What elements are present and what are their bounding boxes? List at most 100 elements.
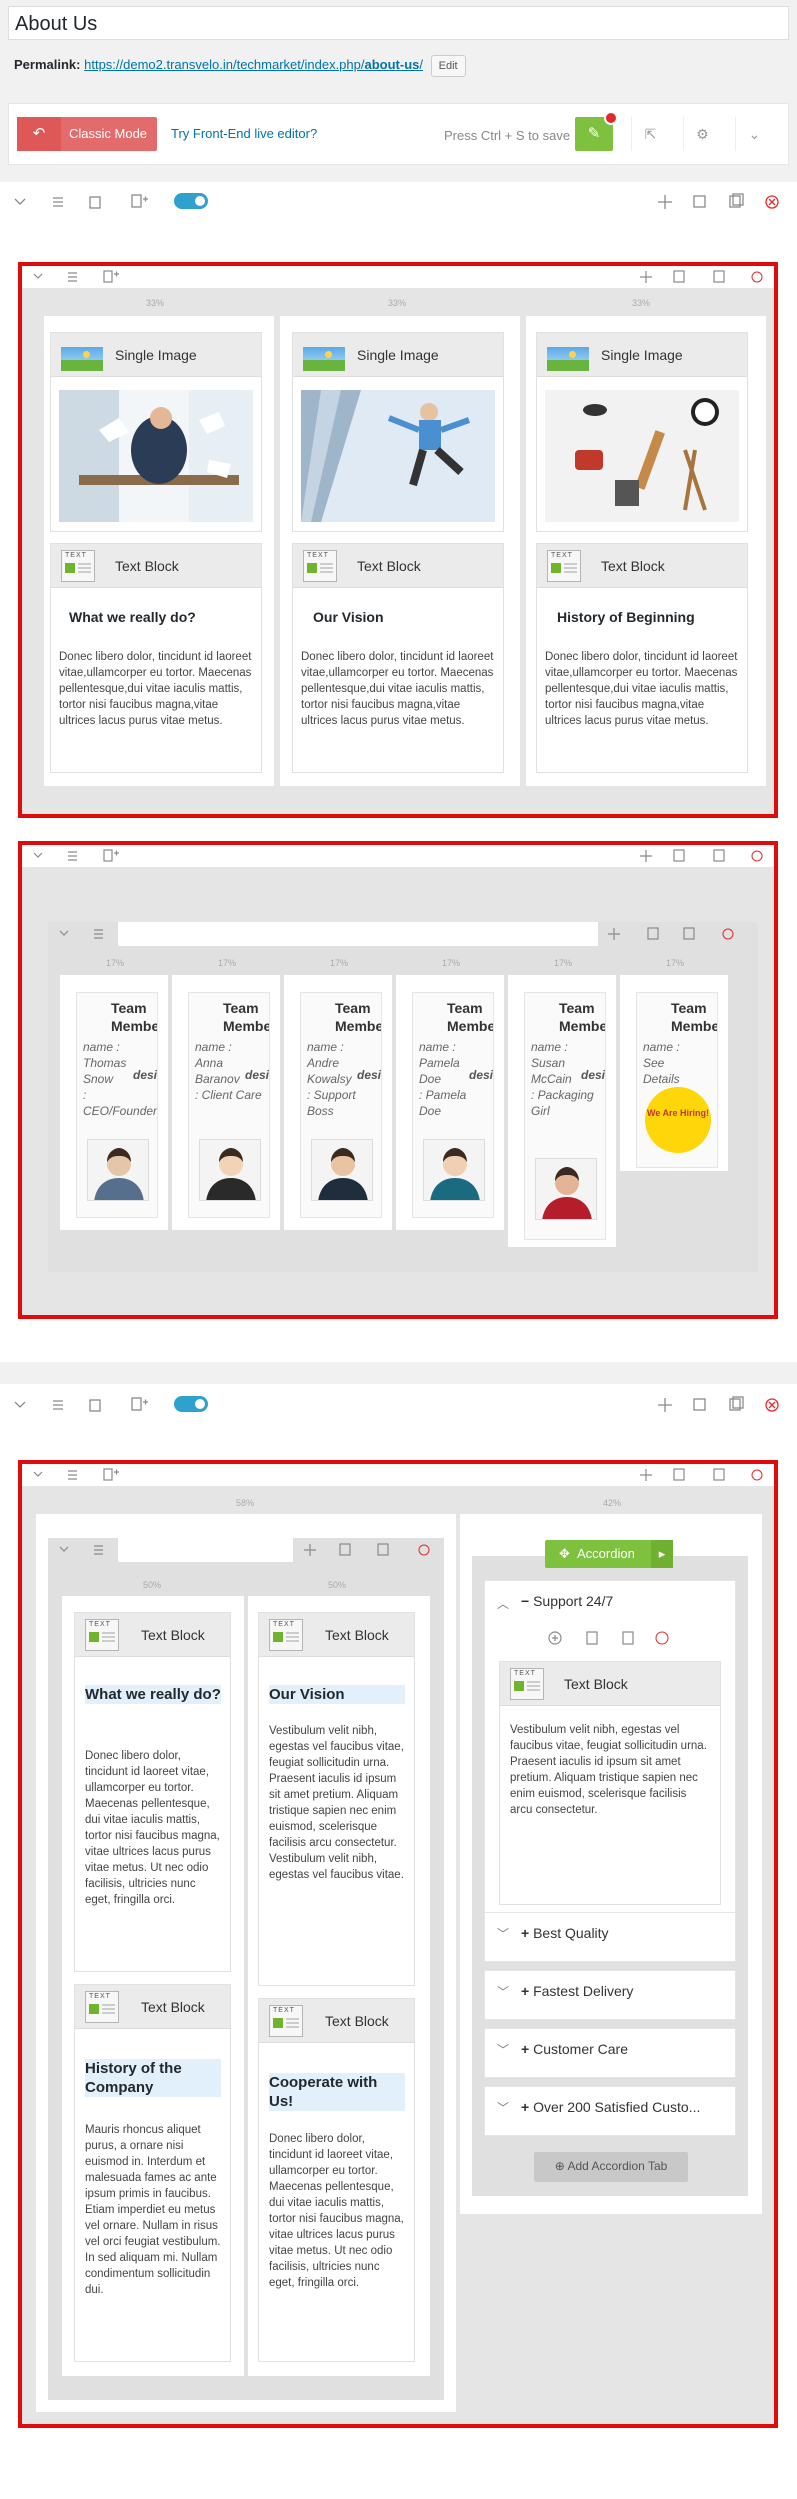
row-toggle[interactable] — [174, 193, 208, 209]
col1-pct: 33% — [145, 298, 164, 308]
permalink-edit-button[interactable]: Edit — [430, 55, 466, 77]
accordion-element-header[interactable]: ✥ Accordion ▸ — [545, 1540, 673, 1568]
text-block-element-1[interactable]: TEXT Text Block What we really do? Donec … — [50, 543, 262, 773]
chevron-down-icon: ﹀ — [497, 1985, 510, 1999]
chevron-down-icon[interactable]: ⌄ — [735, 117, 773, 151]
text-block-element-3[interactable]: TEXT Text Block History of Beginning Done… — [536, 543, 748, 773]
frontend-editor-link[interactable]: Try Front-End live editor? — [171, 126, 317, 141]
col3-pct: 33% — [631, 298, 650, 308]
row3-handle — [140, 1464, 630, 1486]
text-block-b[interactable]: TEXT Text Block Our Vision Vestibulum vel… — [258, 1612, 415, 1986]
text-block-c[interactable]: TEXT Text Block History of the Company Ma… — [74, 1984, 231, 2362]
block-body: Vestibulum velit nibh, egestas vel fauci… — [510, 1724, 707, 1816]
single-image-element-3[interactable]: Single Image — [536, 332, 748, 532]
image-icon — [547, 347, 589, 371]
permalink: Permalink: https://demo2.transvelo.in/te… — [14, 55, 466, 77]
block-heading: History of Beginning — [557, 609, 695, 625]
permalink-label: Permalink: — [14, 57, 81, 72]
block-body: Mauris rhoncus aliquet purus, a ornare n… — [85, 2124, 221, 2296]
team-member-heading: Team Membe — [335, 1000, 382, 1034]
image-icon — [303, 347, 345, 371]
team-member-photo — [87, 1139, 149, 1201]
inner-row-2-handle — [118, 1538, 293, 1562]
accordion-item-2[interactable]: ﹀ + Fastest Delivery — [484, 1970, 736, 2020]
settings-icon[interactable]: ⚙ — [683, 117, 721, 151]
accordion-open-title[interactable]: − Support 24/7 — [521, 1593, 613, 1609]
team-member-info: name :Anna Baranovdesignati: Client Care — [195, 1040, 270, 1102]
accordion-item-3[interactable]: ﹀ + Customer Care — [484, 2028, 736, 2078]
team-member-element[interactable]: TeamMembe name :Pamela Doedesignatio: Pam… — [412, 992, 494, 1218]
team-member-photo — [423, 1139, 485, 1201]
accordion-open-tab[interactable]: ︿ − Support 24/7 TEXT Text Block Vestibul… — [484, 1580, 736, 1920]
preview-icon[interactable]: ⇱ — [631, 117, 669, 151]
row2-handle — [140, 845, 630, 867]
team-col-pct: 17% — [665, 958, 684, 968]
move-icon[interactable]: ✥ — [559, 1540, 570, 1568]
block-heading: Our Vision — [269, 1685, 405, 1704]
team-member-info: name :Susan McCaindesignati: Packaging G… — [531, 1040, 606, 1118]
block-heading: Our Vision — [313, 609, 384, 625]
team-member-photo — [311, 1139, 373, 1201]
caret-right-icon[interactable]: ▸ — [651, 1540, 673, 1568]
inner-pct-2: 50% — [327, 1580, 346, 1590]
team-col-pct: 17% — [553, 958, 572, 968]
add-accordion-tab-button[interactable]: ⊕ Add Accordion Tab — [534, 2152, 688, 2182]
image-icon — [61, 347, 103, 371]
accordion-item-1[interactable]: ﹀ + Best Quality — [484, 1912, 736, 1962]
team-member-element[interactable]: Team Membe name : See Details We Are Hiring! — [636, 992, 718, 1168]
team-member-heading: Team Membe — [671, 1000, 718, 1034]
block-body: Donec libero dolor, tincidunt id laoreet… — [545, 651, 738, 727]
row1-handle — [140, 266, 630, 288]
team-member-element[interactable]: TeamMembe name :Thomas Snowdesignatio: CE… — [76, 992, 158, 1218]
chevron-down-icon: ﹀ — [497, 1927, 510, 1941]
text-block-icon: TEXT — [303, 550, 337, 582]
row-toggle-2[interactable] — [174, 1396, 208, 1412]
save-button[interactable]: ✎ — [575, 111, 618, 151]
single-image-element-1[interactable]: Single Image — [50, 332, 262, 532]
col2-pct: 33% — [387, 298, 406, 308]
jumping-man-photo — [301, 390, 495, 522]
text-block-icon: TEXT — [85, 1619, 119, 1651]
block-body: Donec libero dolor, tincidunt id laoreet… — [301, 651, 494, 727]
post-title-input[interactable]: About Us — [8, 6, 789, 40]
text-block-icon: TEXT — [269, 2005, 303, 2037]
block-body: Donec libero dolor, tincidunt id laoreet… — [85, 1750, 220, 1906]
text-block-d[interactable]: TEXT Text Block Cooperate with Us! Donec … — [258, 1998, 415, 2362]
undo-icon: ↶ — [17, 117, 61, 151]
text-block-icon: TEXT — [547, 550, 581, 582]
team-member-element[interactable]: TeamMembe name :Susan McCaindesignati: Pa… — [524, 992, 606, 1240]
team-member-info: name :Pamela Doedesignatio: Pamela Doe — [419, 1040, 494, 1118]
single-image-element-2[interactable]: Single Image — [292, 332, 504, 532]
chevron-down-icon: ﹀ — [497, 2043, 510, 2057]
classic-mode-button[interactable]: ↶ Classic Mode — [17, 117, 157, 151]
notification-badge — [604, 111, 618, 125]
team-col-pct: 17% — [105, 958, 124, 968]
team-member-photo — [535, 1158, 597, 1220]
text-block-icon: TEXT — [85, 1991, 119, 2023]
block-body: Donec libero dolor, tincidunt id laoreet… — [59, 651, 252, 727]
chevron-up-icon[interactable]: ︿ — [497, 1595, 509, 1612]
chevron-down-icon: ﹀ — [497, 2101, 510, 2115]
team-member-heading: Team Membe — [223, 1000, 270, 1034]
products-photo — [545, 390, 739, 522]
office-photo — [59, 390, 253, 522]
block-heading: What we really do? — [69, 609, 196, 625]
text-block-icon: TEXT — [61, 550, 95, 582]
accordion-item-4[interactable]: ﹀ + Over 200 Satisfied Custo... — [484, 2086, 736, 2136]
accordion-text-block[interactable]: TEXT Text Block Vestibulum velit nibh, eg… — [499, 1661, 721, 1905]
team-member-element[interactable]: TeamMembe name :Anna Baranovdesignati: Cl… — [188, 992, 270, 1218]
text-block-icon: TEXT — [269, 1619, 303, 1651]
inner-row-handle — [118, 922, 598, 946]
text-block-element-2[interactable]: TEXT Text Block Our Vision Donec libero d… — [292, 543, 504, 773]
team-member-heading: Team Membe — [447, 1000, 494, 1034]
team-member-element[interactable]: TeamMembe name :Andre Kowalsydesigna: Sup… — [300, 992, 382, 1218]
team-member-heading: Team Membe — [559, 1000, 606, 1034]
text-block-a[interactable]: TEXT Text Block What we really do? Donec … — [74, 1612, 231, 1972]
right-pct: 42% — [602, 1498, 621, 1508]
tab-controls[interactable] — [545, 1629, 675, 1647]
permalink-url[interactable]: https://demo2.transvelo.in/techmarket/in… — [84, 57, 423, 72]
inner-pct-1: 50% — [142, 1580, 161, 1590]
row-controls-2 — [0, 1393, 797, 1417]
team-member-photo — [199, 1139, 261, 1201]
text-block-icon: TEXT — [510, 1668, 544, 1700]
